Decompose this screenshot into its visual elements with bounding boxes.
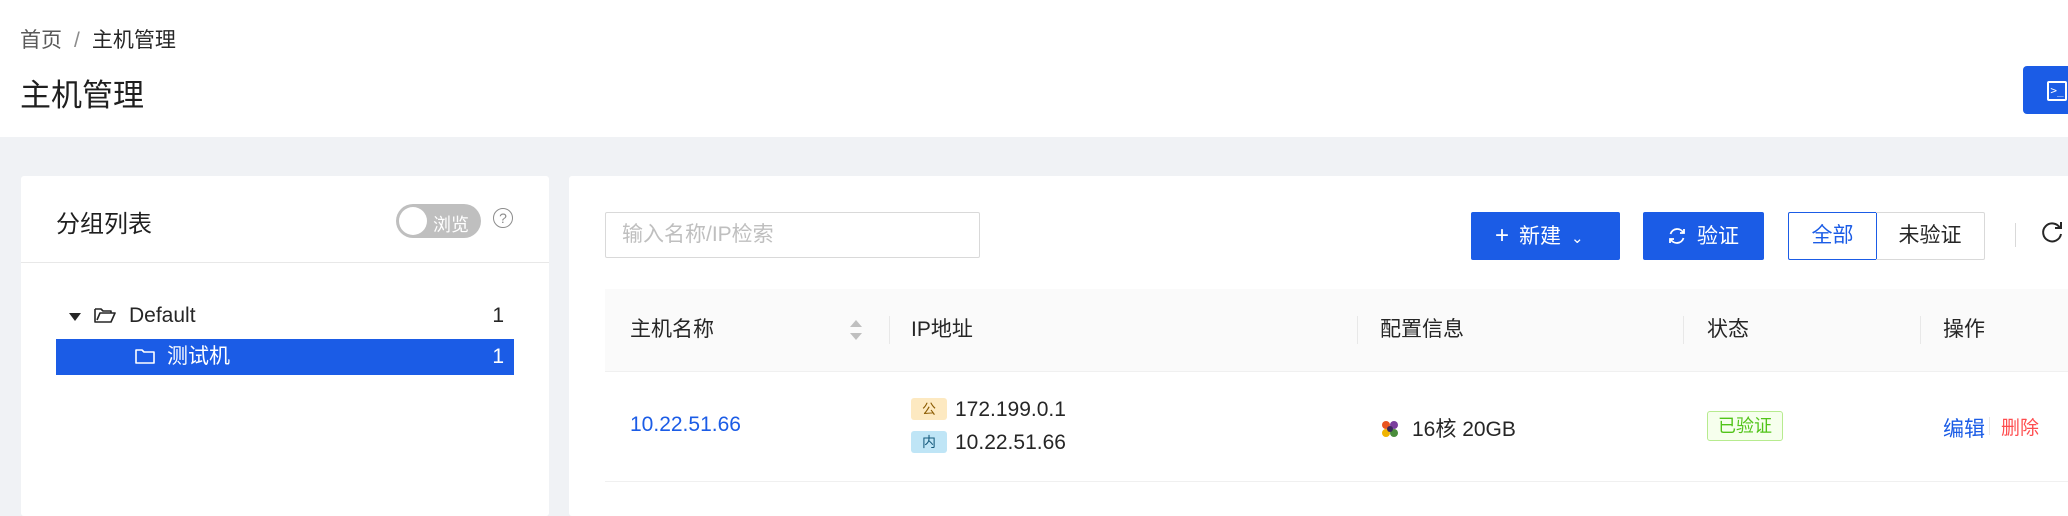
tree-node-count: 1 [492, 345, 504, 368]
group-panel: 分组列表 浏览 ? Default 1 测试机 1 [21, 176, 549, 516]
tree-node-default[interactable]: Default 1 [56, 298, 514, 334]
folder-open-icon [94, 298, 116, 334]
question-circle-icon[interactable]: ? [493, 208, 513, 228]
column-divider [1357, 316, 1358, 344]
column-host-name[interactable]: 主机名称 [630, 289, 714, 371]
new-button-label: 新建 [1519, 225, 1562, 248]
column-status: 状态 [1707, 318, 1749, 341]
os-logo-icon [1380, 419, 1400, 439]
breadcrumb-home[interactable]: 首页 [20, 29, 62, 52]
filter-all[interactable]: 全部 [1788, 212, 1877, 260]
column-config: 配置信息 [1380, 318, 1464, 341]
filter-unverified[interactable]: 未验证 [1876, 212, 1985, 260]
sort-icon[interactable] [850, 320, 862, 342]
private-ip: 内 10.22.51.66 [911, 431, 1066, 455]
browse-toggle-label: 浏览 [433, 215, 469, 235]
tree-node-label: 测试机 [167, 345, 230, 368]
folder-icon [135, 339, 155, 375]
action-divider [1989, 417, 1990, 435]
column-ip-address: IP地址 [911, 318, 973, 341]
column-divider [1683, 316, 1684, 344]
reload-icon[interactable] [2039, 219, 2065, 252]
config-info: 16核 20GB [1380, 413, 1516, 443]
caret-down-icon[interactable] [69, 313, 81, 321]
terminal-icon: >_ [2047, 81, 2067, 101]
tree-node-label: Default [129, 304, 196, 327]
new-button[interactable]: + 新建 ⌄ [1471, 212, 1620, 260]
public-tag: 公 [911, 398, 947, 420]
table-header: 主机名称 IP地址 配置信息 状态 操作 [605, 289, 2068, 372]
toolbar-divider [2015, 223, 2016, 247]
chevron-down-icon: ⌄ [1571, 230, 1584, 247]
edit-link[interactable]: 编辑 [1943, 413, 1985, 443]
group-panel-header: 分组列表 浏览 ? [21, 176, 549, 263]
toggle-knob [399, 207, 427, 235]
config-text: 16核 20GB [1412, 418, 1516, 441]
delete-link[interactable]: 删除 [2001, 413, 2039, 440]
terminal-button[interactable]: >_ [2023, 66, 2068, 114]
breadcrumb: 首页 / 主机管理 [20, 24, 176, 54]
verify-button[interactable]: 验证 [1643, 212, 1764, 260]
sync-icon [1667, 212, 1687, 260]
private-ip-value: 10.22.51.66 [955, 431, 1066, 454]
browse-toggle[interactable]: 浏览 [396, 204, 481, 238]
breadcrumb-separator: / [74, 29, 80, 52]
page-title: 主机管理 [20, 78, 144, 113]
public-ip-value: 172.199.0.1 [955, 398, 1066, 421]
column-divider [889, 316, 890, 344]
tree-node-count: 1 [492, 304, 504, 327]
public-ip: 公 172.199.0.1 [911, 398, 1066, 422]
verify-button-label: 验证 [1697, 225, 1739, 248]
private-tag: 内 [911, 431, 947, 453]
tree-node-test-machine[interactable]: 测试机 1 [56, 339, 514, 375]
table-row: 10.22.51.66 公 172.199.0.1 内 10.22.51.66 16… [605, 371, 2068, 482]
page-header: 首页 / 主机管理 主机管理 >_ [0, 0, 2068, 137]
column-divider [1920, 316, 1921, 344]
breadcrumb-current: 主机管理 [91, 29, 176, 52]
group-panel-title: 分组列表 [56, 211, 152, 238]
search-input[interactable] [605, 212, 980, 258]
host-list-panel: + 新建 ⌄ 验证 全部 未验证 主机名称 IP地址 配置信息 状态 [569, 176, 2068, 516]
status-badge: 已验证 [1707, 411, 1783, 441]
column-actions: 操作 [1943, 318, 1985, 341]
host-name-link[interactable]: 10.22.51.66 [630, 413, 741, 437]
plus-icon: + [1495, 222, 1510, 249]
